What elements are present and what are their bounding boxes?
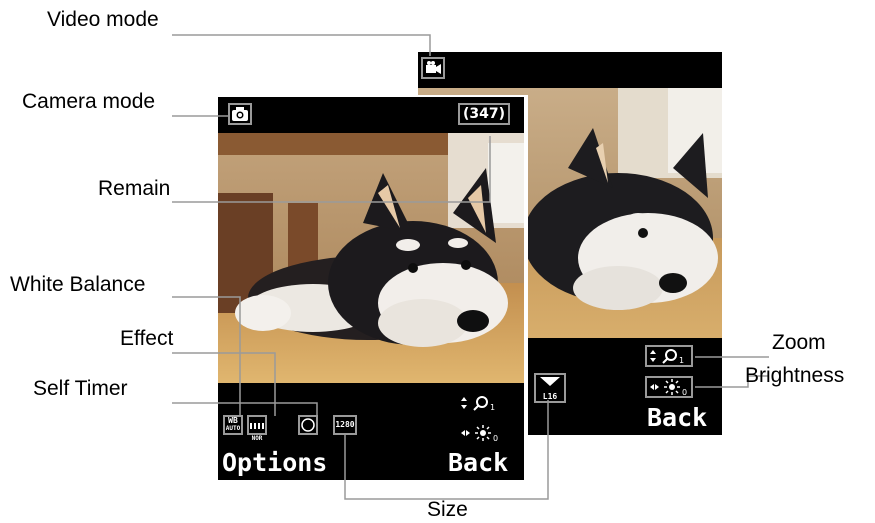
leader-lines — [172, 34, 769, 500]
label-remain: Remain — [98, 177, 171, 200]
label-white-balance: White Balance — [10, 273, 146, 296]
label-zoom: Zoom — [772, 331, 826, 354]
label-size: Size — [427, 498, 468, 521]
label-brightness: Brightness — [745, 364, 845, 387]
label-video-mode: Video mode — [47, 8, 159, 31]
label-effect: Effect — [120, 327, 174, 350]
label-self-timer: Self Timer — [33, 377, 128, 400]
label-camera-mode: Camera mode — [22, 90, 156, 113]
